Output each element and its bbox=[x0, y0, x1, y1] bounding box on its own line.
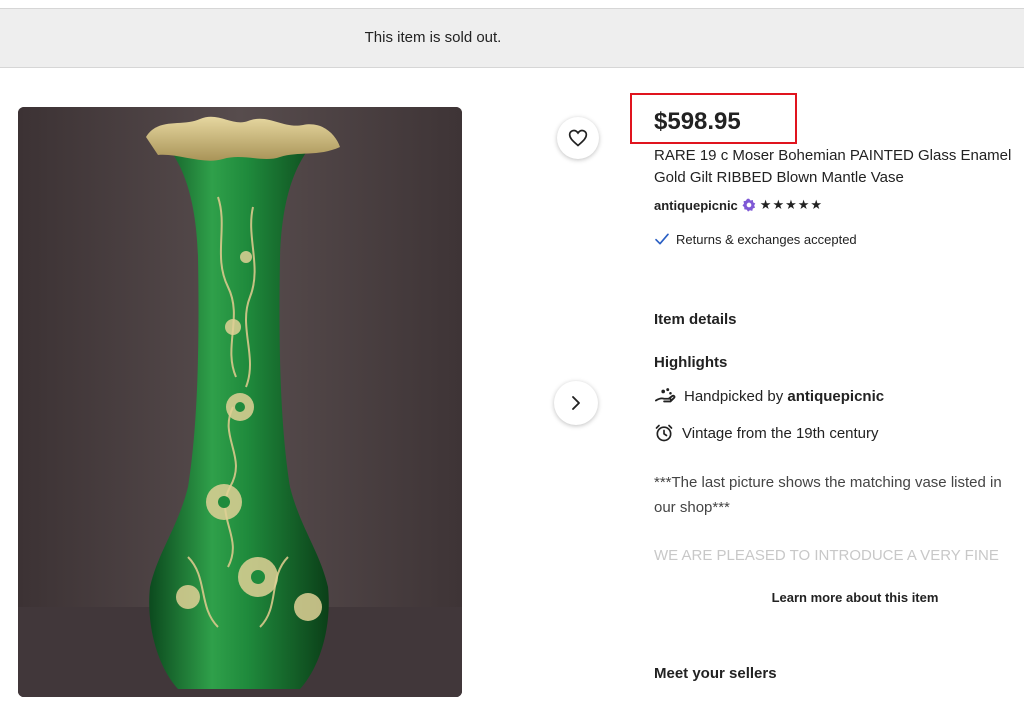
description-text: ***The last picture shows the matching v… bbox=[654, 470, 1024, 520]
handpicked-text: Handpicked by antiquepicnic bbox=[684, 388, 884, 405]
meet-sellers-heading: Meet your sellers bbox=[654, 665, 777, 682]
item-details-heading[interactable]: Item details bbox=[654, 311, 737, 328]
favorite-button[interactable] bbox=[557, 117, 599, 159]
returns-policy: Returns & exchanges accepted bbox=[654, 231, 857, 247]
checkmark-icon bbox=[655, 233, 669, 245]
handpicked-prefix: Handpicked by bbox=[684, 387, 784, 405]
vintage-text: Vintage from the 19th century bbox=[682, 424, 879, 442]
listing-title: RARE 19 c Moser Bohemian PAINTED Glass E… bbox=[654, 147, 1012, 186]
next-image-button[interactable] bbox=[554, 381, 598, 425]
shop-name-link[interactable]: antiquepicnic bbox=[654, 198, 738, 213]
sold-out-banner: This item is sold out. bbox=[0, 8, 1024, 68]
hand-icon bbox=[655, 388, 676, 403]
description-line-1: ***The last picture shows the matching v… bbox=[654, 474, 1002, 491]
heart-icon bbox=[568, 129, 588, 147]
highlight-handpicked: Handpicked by antiquepicnic bbox=[654, 386, 884, 406]
description-line-2: our shop*** bbox=[654, 499, 730, 516]
sold-out-message: This item is sold out. bbox=[364, 29, 502, 46]
rating-stars[interactable]: ★★★★★ bbox=[760, 197, 823, 213]
page-top-strip bbox=[0, 0, 1024, 8]
handpicked-shop-link[interactable]: antiquepicnic bbox=[787, 388, 884, 405]
listing-photo[interactable] bbox=[18, 107, 462, 697]
highlight-vintage: Vintage from the 19th century bbox=[654, 423, 879, 443]
price: $598.95 bbox=[654, 108, 741, 135]
vase-image bbox=[18, 107, 462, 697]
highlights-heading: Highlights bbox=[654, 354, 728, 371]
shop-row: antiquepicnic ★★★★★ bbox=[654, 197, 823, 213]
star-seller-badge-icon bbox=[742, 198, 756, 212]
chevron-right-icon bbox=[572, 396, 580, 410]
returns-text: Returns & exchanges accepted bbox=[676, 231, 857, 247]
learn-more-button[interactable]: Learn more about this item bbox=[760, 590, 950, 605]
description-fade-overlay bbox=[640, 560, 1024, 590]
alarm-clock-icon bbox=[655, 424, 673, 442]
